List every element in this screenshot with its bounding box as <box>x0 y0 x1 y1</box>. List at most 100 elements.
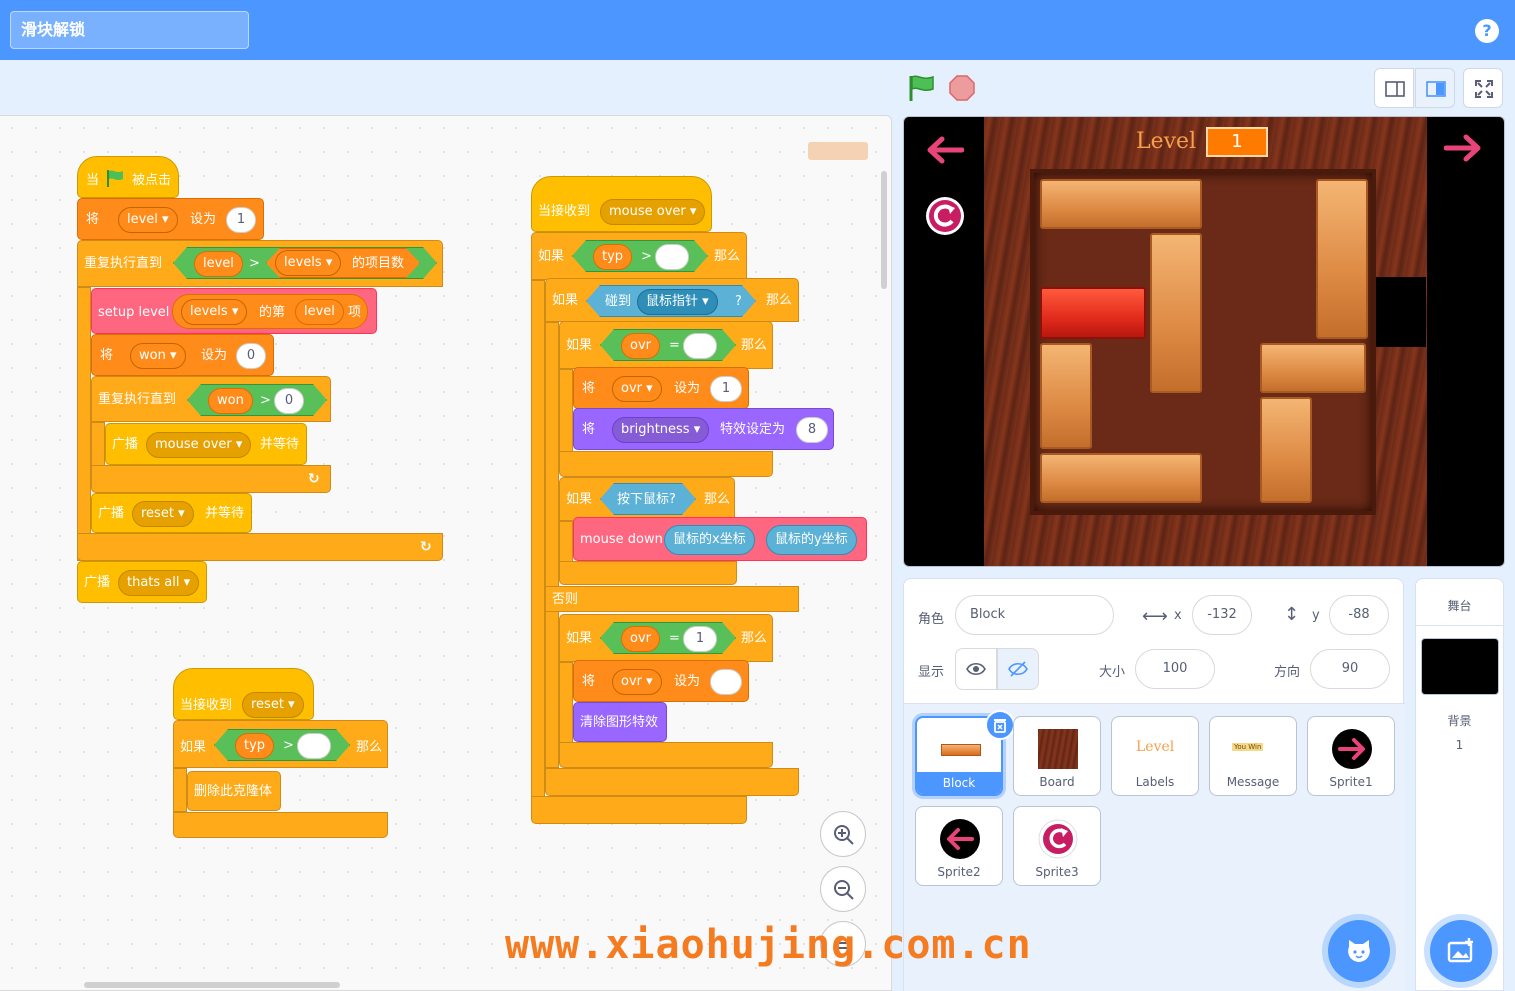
touching-sensor[interactable]: 碰到 鼠标指针 ▾ ? <box>586 285 756 317</box>
equals-operator[interactable]: ovr = 1 <box>600 622 736 654</box>
right-arrow-icon[interactable] <box>1444 133 1482 163</box>
sprite-tile-labels[interactable]: Level Labels <box>1111 716 1199 796</box>
level-reporter[interactable]: level <box>295 299 344 325</box>
set-ovr-block[interactable]: 将 ovr ▾ 设为 <box>573 660 749 702</box>
sprite-tile-sprite3[interactable]: Sprite3 <box>1013 806 1101 886</box>
levels-dropdown[interactable]: levels ▾ <box>181 299 248 325</box>
ovr-dropdown[interactable]: ovr ▾ <box>612 376 662 402</box>
zoom-out-button[interactable] <box>820 866 866 912</box>
block-piece[interactable] <box>1040 343 1092 449</box>
list-dropdown[interactable]: levels ▾ <box>275 250 341 276</box>
set-won-block[interactable]: 将 won ▾ 设为 0 <box>91 334 274 376</box>
variable-dropdown[interactable]: level ▾ <box>118 207 178 233</box>
stage[interactable]: Level 1 <box>903 116 1505 567</box>
stop-icon[interactable] <box>948 74 976 102</box>
hide-button[interactable] <box>997 648 1039 690</box>
set-effect-block[interactable]: 将 brightness ▾ 特效设定为 8 <box>573 408 834 450</box>
greater-than-operator[interactable]: typ > <box>214 729 350 761</box>
comment-note[interactable] <box>808 142 868 160</box>
won-reporter[interactable]: won <box>208 388 253 414</box>
green-flag-icon[interactable] <box>906 73 936 103</box>
value-input[interactable]: 8 <box>796 417 828 443</box>
value-input[interactable]: 1 <box>683 626 717 652</box>
stage-thumbnail[interactable] <box>1421 638 1499 695</box>
repeat-until-block[interactable]: 重复执行直到 level > levels ▾ 的项目数 <box>77 240 443 287</box>
sprite-tile-block[interactable]: Block <box>915 710 1015 796</box>
zoom-in-button[interactable] <box>820 811 866 857</box>
block-piece[interactable] <box>1316 179 1368 339</box>
item-count-reporter[interactable]: levels ▾ 的项目数 <box>266 248 420 278</box>
delete-sprite-button[interactable] <box>985 710 1015 740</box>
greater-than-operator[interactable]: level > levels ▾ 的项目数 <box>173 247 437 279</box>
stage-pane[interactable]: 舞台 背景 1 <box>1415 578 1504 991</box>
set-variable-block[interactable]: 将 level ▾ 设为 1 <box>77 198 264 240</box>
block-piece[interactable] <box>1040 453 1202 503</box>
size-input[interactable]: 100 <box>1135 649 1215 689</box>
message-dropdown[interactable]: mouse over ▾ <box>600 199 706 225</box>
mouse-down-custom-block[interactable]: mouse down 鼠标的x坐标 鼠标的y坐标 <box>573 517 867 561</box>
restart-icon[interactable] <box>924 195 966 237</box>
value-input[interactable]: 1 <box>226 207 256 233</box>
horizontal-scrollbar[interactable] <box>84 982 340 988</box>
block-piece[interactable] <box>1260 343 1366 393</box>
repeat-until-won-block[interactable]: 重复执行直到 won > 0 <box>91 376 331 422</box>
show-button[interactable] <box>955 648 997 690</box>
message-dropdown[interactable]: thats all ▾ <box>118 570 200 596</box>
value-input[interactable]: 0 <box>236 343 266 369</box>
direction-input[interactable]: 90 <box>1310 649 1390 689</box>
when-receive-reset-block[interactable]: 当接收到 reset ▾ <box>173 668 314 720</box>
value-input[interactable] <box>655 244 689 270</box>
sprite-tile-message[interactable]: You Win Message <box>1209 716 1297 796</box>
setup-level-block[interactable]: setup level levels ▾ 的第 level 项 <box>91 288 377 334</box>
left-arrow-icon[interactable] <box>926 135 964 165</box>
message-dropdown[interactable]: reset ▾ <box>242 692 304 718</box>
if-then-block[interactable]: 如果 typ > 那么 <box>173 720 388 768</box>
red-target-piece[interactable] <box>1040 287 1146 339</box>
message-dropdown[interactable]: mouse over ▾ <box>146 432 252 458</box>
effect-dropdown[interactable]: brightness ▾ <box>612 417 710 443</box>
broadcast-and-wait-block[interactable]: 广播 mouse over ▾ 并等待 <box>105 423 307 465</box>
if-mouse-down-block[interactable]: 如果 按下鼠标? 那么 <box>559 477 735 521</box>
greater-than-operator[interactable]: typ > <box>572 240 708 272</box>
item-of-list-reporter[interactable]: levels ▾ 的第 level 项 <box>172 294 368 329</box>
value-input[interactable] <box>710 669 742 695</box>
typ-reporter[interactable]: typ <box>593 244 632 270</box>
mouse-y-reporter[interactable]: 鼠标的y坐标 <box>766 525 857 555</box>
value-input[interactable]: 0 <box>274 388 304 414</box>
sprite-tile-sprite1[interactable]: Sprite1 <box>1307 716 1395 796</box>
large-stage-button[interactable] <box>1415 68 1455 108</box>
ovr-reporter[interactable]: ovr <box>621 333 660 359</box>
broadcast-thats-all-block[interactable]: 广播 thats all ▾ <box>77 561 207 603</box>
level-reporter[interactable]: level <box>194 251 243 277</box>
ovr-reporter[interactable]: ovr <box>621 626 660 652</box>
when-flag-clicked-block[interactable]: 当 被点击 <box>77 156 179 198</box>
sprite-name-input[interactable]: Block <box>955 595 1114 635</box>
block-piece[interactable] <box>1150 233 1202 393</box>
add-backdrop-button[interactable] <box>1430 920 1492 982</box>
when-receive-mouse-over-block[interactable]: 当接收到 mouse over ▾ <box>531 176 712 232</box>
project-title-input[interactable]: 滑块解锁 <box>10 11 249 49</box>
mouse-x-reporter[interactable]: 鼠标的x坐标 <box>664 525 755 555</box>
block-piece[interactable] <box>1040 179 1202 229</box>
delete-clone-block[interactable]: 删除此克隆体 <box>187 771 281 811</box>
value-input[interactable] <box>297 733 331 759</box>
typ-reporter[interactable]: typ <box>235 733 274 759</box>
small-stage-button[interactable] <box>1374 68 1414 108</box>
if-typ-block[interactable]: 如果 typ > 那么 <box>531 232 747 280</box>
sprite-tile-board[interactable]: Board <box>1013 716 1101 796</box>
touching-dropdown[interactable]: 鼠标指针 ▾ <box>637 289 718 315</box>
equals-operator[interactable]: ovr = <box>600 329 736 361</box>
code-workspace[interactable]: 当 被点击 将 level ▾ 设为 1 重复执行直到 level > leve… <box>0 115 892 991</box>
value-input[interactable]: 1 <box>710 376 742 402</box>
add-sprite-button[interactable] <box>1328 920 1390 982</box>
if-ovr-block[interactable]: 如果 ovr = 那么 <box>559 321 773 369</box>
broadcast-reset-block[interactable]: 广播 reset ▾ 并等待 <box>91 493 252 533</box>
won-dropdown[interactable]: won ▾ <box>130 343 186 369</box>
greater-than-operator[interactable]: won > 0 <box>187 384 327 416</box>
ovr-dropdown[interactable]: ovr ▾ <box>612 669 662 695</box>
mouse-down-sensor[interactable]: 按下鼠标? <box>600 483 696 515</box>
if-ovr-equals-one-block[interactable]: 如果 ovr = 1 那么 <box>559 614 773 662</box>
clear-effects-block[interactable]: 清除图形特效 <box>573 702 667 742</box>
message-dropdown[interactable]: reset ▾ <box>132 501 194 527</box>
set-ovr-block[interactable]: 将 ovr ▾ 设为 1 <box>573 367 749 409</box>
